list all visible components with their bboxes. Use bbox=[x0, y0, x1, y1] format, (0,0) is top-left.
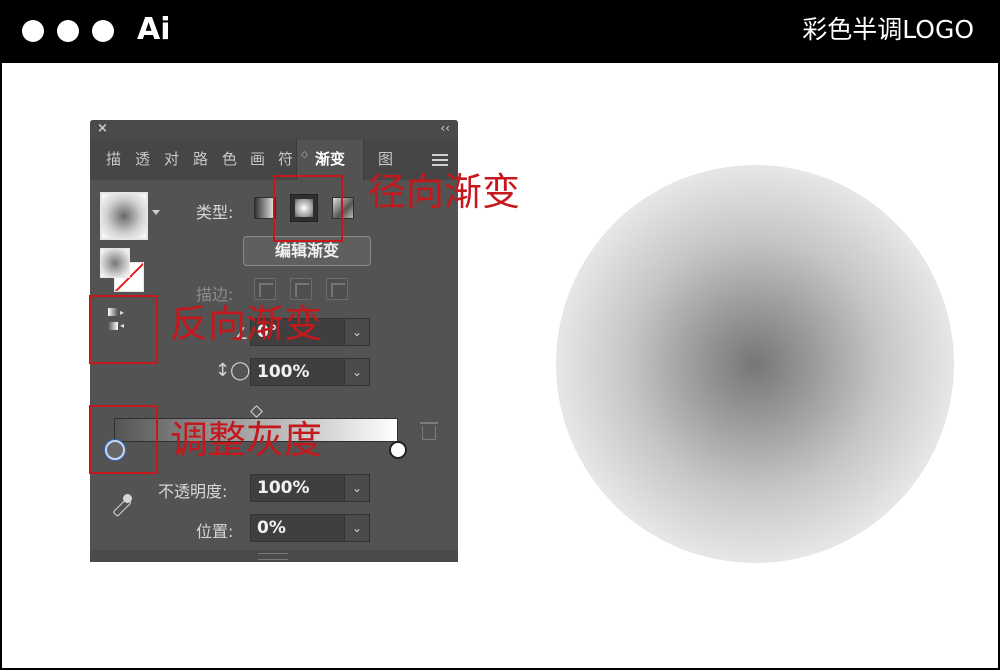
tab-color[interactable]: 色 bbox=[222, 148, 237, 169]
fill-swatch[interactable] bbox=[100, 248, 130, 278]
location-label: 位置: bbox=[196, 522, 234, 541]
tab-gradient[interactable]: ◇ 渐变 bbox=[296, 140, 364, 180]
chevron-down-icon[interactable] bbox=[152, 210, 160, 215]
panel-footer bbox=[90, 550, 458, 562]
eyedropper-icon[interactable] bbox=[106, 492, 136, 522]
opacity-input[interactable]: 100% bbox=[250, 474, 346, 502]
location-dropdown[interactable]: ⌄ bbox=[344, 514, 370, 542]
app-name: Ai bbox=[137, 12, 171, 47]
resize-grip-icon[interactable] bbox=[258, 553, 288, 560]
window-dot-2[interactable] bbox=[57, 20, 79, 42]
aspect-ratio-input[interactable]: 100% bbox=[250, 358, 346, 386]
radial-gradient-circle[interactable] bbox=[556, 165, 954, 563]
annotation-box-gray bbox=[89, 405, 158, 474]
tab-pathfinder[interactable]: 路 bbox=[193, 148, 208, 169]
tab-transparency[interactable]: 透 bbox=[135, 148, 150, 169]
tab-graphic-styles[interactable]: 图 bbox=[378, 148, 393, 169]
annotation-box-reverse bbox=[89, 295, 158, 364]
aspect-ratio-dropdown[interactable]: ⌄ bbox=[344, 358, 370, 386]
gradient-swatch[interactable] bbox=[100, 192, 148, 240]
tab-stroke[interactable]: 描 bbox=[106, 148, 121, 169]
tab-arrows-icon: ◇ bbox=[301, 150, 308, 160]
trash-icon[interactable] bbox=[420, 422, 438, 440]
panel-menu-icon[interactable] bbox=[432, 154, 448, 169]
annotation-reverse-gradient: 反向渐变 bbox=[170, 302, 323, 346]
stroke-across-button[interactable] bbox=[326, 278, 348, 300]
close-icon[interactable]: × bbox=[97, 121, 108, 136]
window-dot-1[interactable] bbox=[22, 20, 44, 42]
tab-align[interactable]: 对 bbox=[164, 148, 179, 169]
annotation-box-radial bbox=[273, 175, 343, 242]
location-input[interactable]: 0% bbox=[250, 514, 346, 542]
angle-dropdown[interactable]: ⌄ bbox=[344, 318, 370, 346]
opacity-label: 不透明度: bbox=[158, 482, 228, 501]
collapse-icon[interactable]: ‹‹ bbox=[440, 121, 450, 135]
gradient-midpoint-diamond[interactable] bbox=[250, 405, 263, 418]
tab-symbols[interactable]: 符 bbox=[278, 148, 293, 169]
tab-gradient-label: 渐变 bbox=[315, 150, 346, 168]
annotation-adjust-gray: 调整灰度 bbox=[170, 418, 323, 462]
gradient-stop-right[interactable] bbox=[389, 441, 407, 459]
aspect-ratio-icon: ↕◯ bbox=[215, 360, 251, 381]
opacity-dropdown[interactable]: ⌄ bbox=[344, 474, 370, 502]
type-label: 类型: bbox=[196, 203, 234, 222]
panel-header: × ‹‹ bbox=[90, 120, 458, 140]
tab-brushes[interactable]: 画 bbox=[250, 148, 265, 169]
window-dot-3[interactable] bbox=[92, 20, 114, 42]
title-bar: Ai 彩色半调LOGO bbox=[0, 0, 1000, 63]
document-title: 彩色半调LOGO bbox=[802, 15, 974, 44]
stroke-along-button[interactable] bbox=[290, 278, 312, 300]
stroke-within-button[interactable] bbox=[254, 278, 276, 300]
annotation-radial-gradient: 径向渐变 bbox=[368, 170, 521, 214]
